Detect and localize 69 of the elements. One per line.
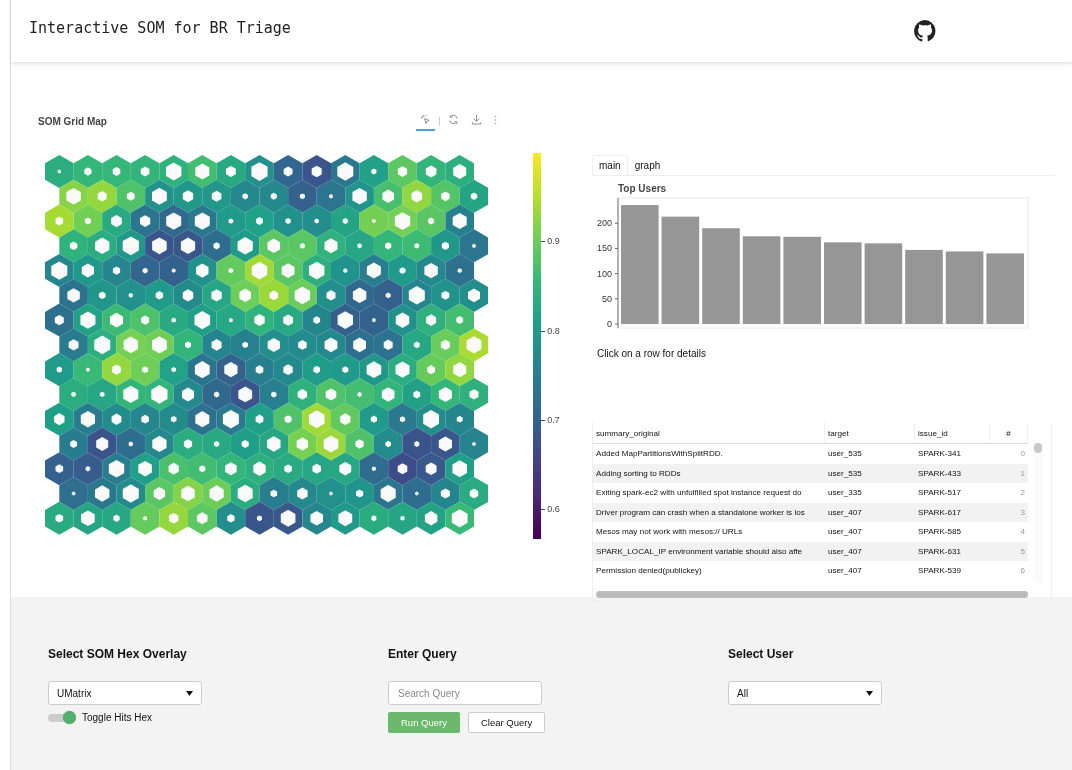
caret-icon	[186, 690, 193, 696]
axis-tick-label: 100	[596, 268, 612, 279]
table-cell-text: Exiting spark-ec2 with unfulfilled spot instance request do	[595, 487, 803, 500]
bar	[986, 253, 1024, 324]
table-cell-text: Driver program can crash when a standalone worker is los	[595, 506, 806, 519]
row-index: 3	[1019, 506, 1026, 519]
axis-tick-label: 150	[596, 243, 612, 254]
row-index: 0	[1019, 448, 1026, 461]
axis-tick-label: 200	[596, 218, 612, 229]
scrollbar-thumb[interactable]	[1034, 443, 1042, 453]
colorbar-tick-label: 0.6	[547, 504, 560, 514]
row-index: 4	[1019, 526, 1026, 539]
table-cell-text: Adding sorting to RDDs	[595, 467, 682, 480]
column-header[interactable]: target	[825, 423, 915, 443]
row-index: 2	[1019, 487, 1026, 500]
pointer-icon	[420, 114, 431, 125]
table-row[interactable]: SPARK_LOCAL_IP environment variable should also affe user_407 SPARK-631 5	[593, 541, 1028, 561]
table-cell-text: SPARK-433	[917, 467, 963, 480]
table-cell-text: SPARK-341	[917, 448, 963, 461]
section-title: Enter Query	[388, 647, 458, 661]
row-index: 6	[1019, 565, 1026, 578]
axis-tick-label: 0	[607, 319, 612, 329]
colorbar-tick-label: 0.9	[547, 236, 560, 246]
table-cell-text: Mesos may not work with mesos:// URLs	[595, 526, 744, 539]
colorbar-tick-label: 0.8	[547, 326, 560, 336]
download-icon	[471, 114, 482, 125]
table-cell-text: user_407	[827, 545, 863, 558]
clear-button[interactable]: Clear Query	[467, 712, 546, 733]
row-index: 1	[1019, 467, 1026, 480]
tab[interactable]: main	[592, 155, 628, 175]
table-cell-text: Permission denied(publickey)	[595, 565, 703, 578]
overlay-select[interactable]: UMatrix	[48, 681, 202, 705]
app-title: Interactive SOM for BR Triage	[29, 19, 291, 37]
caret-icon	[866, 690, 873, 696]
section-title: Select User	[728, 647, 795, 661]
section-title: Select SOM Hex Overlay	[48, 647, 188, 661]
table-row[interactable]: Adding sorting to RDDs user_535 SPARK-433 1	[593, 463, 1028, 483]
table-cell-text: user_407	[827, 565, 863, 578]
column-header[interactable]: #	[990, 423, 1028, 443]
table-cell-text: SPARK-517	[917, 487, 963, 500]
table-cell-text: SPARK-631	[917, 545, 963, 558]
chart-title: Top Users	[618, 183, 668, 194]
user-select[interactable]: All	[728, 681, 882, 705]
table-cell-text: SPARK-617	[917, 506, 963, 519]
logo-icon[interactable]	[913, 19, 937, 43]
table-cell-text: SPARK_LOCAL_IP environment variable should also affe	[595, 545, 804, 558]
column-header[interactable]: issue_id	[915, 423, 990, 443]
table-cell-text: user_535	[827, 448, 863, 461]
table-cell-text: user_535	[827, 467, 863, 480]
select-button[interactable]	[416, 112, 435, 131]
table-cell-text: SPARK-585	[917, 526, 963, 539]
table-cell-text: user_407	[827, 506, 863, 519]
refresh-icon	[448, 114, 459, 125]
table-cell-text: user_335	[827, 487, 863, 500]
axis-tick-label: 50	[602, 293, 612, 304]
more-icon	[494, 114, 497, 125]
table-cell-text: SPARK-539	[917, 565, 963, 578]
panel-title: SOM Grid Map	[38, 116, 107, 127]
table-row[interactable]: Driver program can crash when a standalone worker is los user_407 SPARK-617 3	[593, 502, 1028, 522]
hint-text: Click on a row for details	[597, 348, 707, 359]
colorbar-tick-label: 0.7	[547, 415, 560, 425]
column-header[interactable]: summary_original	[593, 423, 825, 443]
toggle-switch[interactable]	[48, 713, 74, 722]
table-cell-text: Added MapPartitionsWithSplitRDD.	[595, 448, 724, 461]
scrollbar-thumb[interactable]	[596, 591, 1028, 598]
table-cell-text: user_407	[827, 526, 863, 539]
toggle-label: Toggle Hits Hex	[82, 712, 153, 723]
search-field[interactable]: Search Query	[388, 681, 542, 705]
row-index: 5	[1019, 545, 1026, 558]
